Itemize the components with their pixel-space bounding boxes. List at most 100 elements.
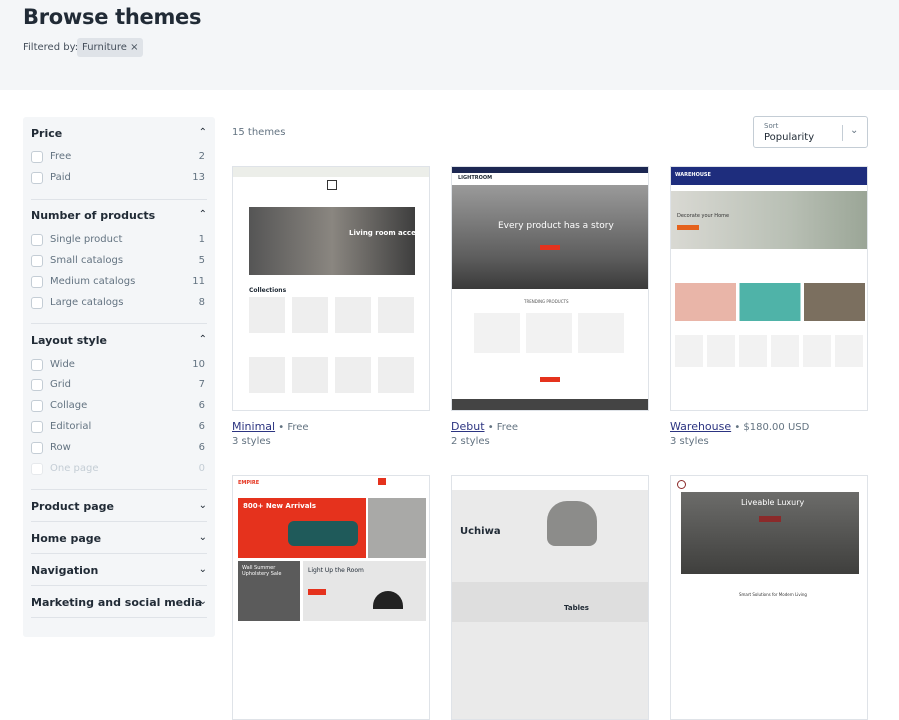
option-count: 5 [198,255,205,266]
option-label: Single product [50,234,123,245]
checkbox[interactable] [31,172,43,184]
option-count: 6 [198,442,205,453]
section-title: Navigation [31,564,99,577]
theme-name-link[interactable]: Debut [451,420,485,433]
chevron-down-icon[interactable]: ⌄ [199,500,207,511]
filter-section-price[interactable]: Price ⌃ [31,127,207,140]
divider [31,553,207,554]
option-count: 0 [198,463,205,474]
hero-image [452,185,648,289]
theme-meta-warehouse: Warehouse • $180.00 USD 3 styles [670,420,810,447]
section-title: Product page [31,500,114,513]
theme-styles: 3 styles [232,436,271,447]
filter-option-medium-catalogs[interactable]: Medium catalogs 11 [31,275,205,289]
theme-preview-warehouse[interactable]: WAREHOUSE Decorate your Home [670,166,868,411]
divider [842,125,843,141]
hero-image [547,501,597,546]
theme-price: Free [496,422,519,433]
filter-section-home-page[interactable]: Home page ⌄ [31,532,207,545]
checkbox[interactable] [31,400,43,412]
theme-name-link[interactable]: Warehouse [670,420,731,433]
filter-section-navigation[interactable]: Navigation ⌄ [31,564,207,577]
chevron-up-icon[interactable]: ⌃ [199,334,207,345]
option-count: 2 [198,151,205,162]
option-count: 6 [198,400,205,411]
theme-preview-liveable[interactable]: Liveable Luxury Smart Solutions for Mode… [670,475,868,720]
filter-option-grid[interactable]: Grid 7 [31,378,205,392]
divider [31,617,207,618]
section-title: Home page [31,532,102,545]
theme-preview-empire[interactable]: EMPIRE 800+ New Arrivals Wall Summer Uph… [232,475,430,720]
preview-hero-text: Uchiwa [460,526,501,537]
divider [31,489,207,490]
theme-preview-uchiwa[interactable]: Uchiwa Tables [451,475,649,720]
filter-option-small-catalogs[interactable]: Small catalogs 5 [31,254,205,268]
filter-option-wide[interactable]: Wide 10 [31,358,205,372]
option-label: Collage [50,400,88,411]
option-count: 6 [198,421,205,432]
filtered-by-label: Filtered by: [23,42,79,53]
filter-option-editorial[interactable]: Editorial 6 [31,420,205,434]
filter-option-large-catalogs[interactable]: Large catalogs 8 [31,296,205,310]
preview-promo-text: Wall Summer Upholstery Sale [242,565,282,577]
preview-hero-text: Liveable Luxury [741,498,805,507]
page-title: Browse themes [23,5,202,29]
preview-section-title: Collections [249,287,287,294]
option-label: Paid [50,172,71,183]
checkbox[interactable] [31,359,43,371]
sort-select[interactable]: Sort Popularity ⌄ [753,116,868,148]
theme-styles: 3 styles [670,436,709,447]
checkbox[interactable] [31,151,43,163]
filter-section-marketing[interactable]: Marketing and social media ⌄ [31,596,207,609]
filter-option-single-product[interactable]: Single product 1 [31,233,205,247]
preview-hero-text: Every product has a story [498,221,614,231]
chevron-down-icon[interactable]: ⌄ [199,564,207,575]
option-label: Row [50,442,71,453]
sort-label: Sort [764,122,779,130]
theme-preview-minimal[interactable]: Living room accents Collections [232,166,430,411]
chevron-down-icon: ⌄ [850,125,859,136]
preview-brand: LIGHTROOM [458,175,493,181]
filter-section-product-page[interactable]: Product page ⌄ [31,500,207,513]
option-count: 7 [198,379,205,390]
preview-section-title: Tables [564,604,589,612]
filter-section-layout-style[interactable]: Layout style ⌃ [31,334,207,347]
chevron-down-icon[interactable]: ⌄ [199,532,207,543]
filter-option-collage[interactable]: Collage 6 [31,399,205,413]
theme-name-link[interactable]: Minimal [232,420,275,433]
option-label: Medium catalogs [50,276,136,287]
checkbox[interactable] [31,234,43,246]
page-header: Browse themes Filtered by: Furniture × [0,0,899,90]
filter-option-paid[interactable]: Paid 13 [31,171,205,185]
option-label: One page [50,463,99,474]
theme-styles: 2 styles [451,436,490,447]
checkbox[interactable] [31,297,43,309]
preview-hero-text: 800+ New Arrivals [243,502,316,510]
checkbox[interactable] [31,255,43,267]
theme-price: $180.00 USD [743,422,810,433]
chevron-up-icon[interactable]: ⌃ [199,127,207,138]
option-label: Editorial [50,421,92,432]
theme-meta-debut: Debut • Free 2 styles [451,420,519,447]
checkbox[interactable] [31,379,43,391]
filter-option-row[interactable]: Row 6 [31,441,205,455]
filter-chip-furniture[interactable]: Furniture × [77,38,144,57]
chevron-down-icon[interactable]: ⌄ [199,596,207,607]
chevron-up-icon[interactable]: ⌃ [199,209,207,220]
filter-option-free[interactable]: Free 2 [31,150,205,164]
filter-option-one-page: One page 0 [31,462,205,476]
checkbox[interactable] [31,276,43,288]
option-label: Grid [50,379,71,390]
filter-section-number-of-products[interactable]: Number of products ⌃ [31,209,207,222]
divider [31,199,207,200]
divider [31,323,207,324]
theme-preview-debut[interactable]: LIGHTROOM Every product has a story TREN… [451,166,649,411]
section-title: Layout style [31,334,107,347]
option-count: 1 [198,234,205,245]
checkbox[interactable] [31,421,43,433]
theme-price: Free [287,422,309,433]
preview-section-title: TRENDING PRODUCTS [524,299,569,304]
section-title: Number of products [31,209,156,222]
checkbox [31,463,43,475]
checkbox[interactable] [31,442,43,454]
